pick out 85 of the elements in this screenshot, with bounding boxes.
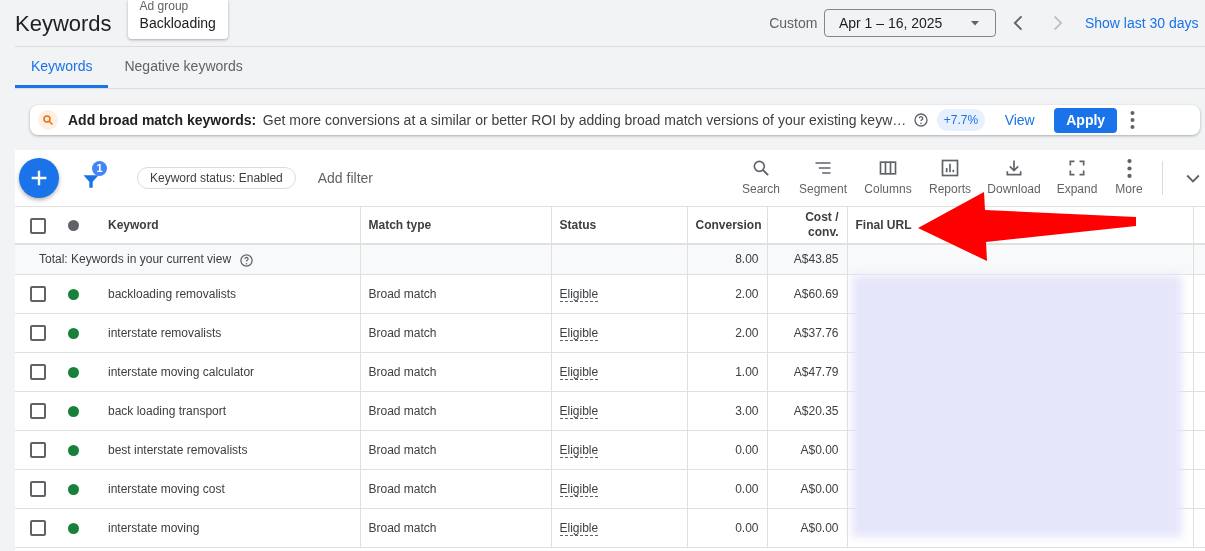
status-text[interactable]: Eligible xyxy=(559,481,599,497)
status-text[interactable]: Eligible xyxy=(559,520,599,536)
table-cell: 8.00 xyxy=(735,252,759,267)
add-button[interactable] xyxy=(19,158,59,198)
search-icon xyxy=(751,158,771,178)
search-icon xyxy=(38,110,58,130)
status-text[interactable]: Eligible xyxy=(559,403,599,419)
row-checkbox[interactable] xyxy=(29,364,46,381)
search-button[interactable]: Search xyxy=(738,158,784,198)
apply-button[interactable]: Apply xyxy=(1054,107,1118,133)
table-cell: A$60.69 xyxy=(793,286,839,301)
keyword-text: interstate moving cost xyxy=(108,481,225,496)
status-text[interactable]: Eligible xyxy=(559,286,599,302)
table-cell: Broad match xyxy=(368,364,437,379)
table-cell: 1.00 xyxy=(735,364,759,379)
date-range-dropdown[interactable]: Apr 1 – 16, 2025 xyxy=(823,9,996,37)
table-cell: Broad match xyxy=(368,481,437,496)
tab[interactable]: Negative keywords xyxy=(108,47,259,88)
table-cell: Broad match xyxy=(368,286,437,301)
table-cell: 0.00 xyxy=(735,442,759,457)
keyword-text: backloading removalists xyxy=(108,286,237,301)
table-cell: A$20.35 xyxy=(793,403,839,418)
keyword-text: interstate moving xyxy=(108,520,200,535)
add-filter-button[interactable]: Add filter xyxy=(311,166,379,190)
more-button[interactable]: More xyxy=(1112,158,1146,198)
table-cell: A$37.76 xyxy=(793,325,839,340)
row-checkbox[interactable] xyxy=(29,403,46,420)
help-icon[interactable] xyxy=(239,252,255,268)
row-checkbox[interactable] xyxy=(29,520,46,537)
segment-button[interactable]: Segment xyxy=(796,158,850,198)
select-all-checkbox[interactable] xyxy=(29,217,46,234)
row-checkbox[interactable] xyxy=(29,481,46,498)
column-header[interactable]: Cost / conv. xyxy=(775,210,839,240)
tab[interactable]: Keywords xyxy=(15,47,109,88)
row-checkbox[interactable] xyxy=(29,325,46,342)
table-cell: 0.00 xyxy=(735,481,759,496)
table-cell: Broad match xyxy=(368,442,437,457)
keyword-text: interstate moving calculator xyxy=(108,364,255,379)
filter-count-badge: 1 xyxy=(92,161,107,176)
table-cell: 2.00 xyxy=(735,286,759,301)
reports-button[interactable]: Reports xyxy=(926,158,974,198)
status-dot xyxy=(68,220,79,232)
status-text[interactable]: Eligible xyxy=(559,442,599,458)
column-header[interactable]: Final URL xyxy=(855,218,912,232)
more-icon xyxy=(1126,158,1132,178)
view-link[interactable]: View xyxy=(1004,109,1035,131)
column-header[interactable]: Match type xyxy=(368,218,432,232)
ad-group-selector[interactable]: Ad group Backloading xyxy=(127,0,228,39)
total-label: Total: Keywords in your current view xyxy=(39,252,232,267)
status-text[interactable]: Eligible xyxy=(559,325,599,341)
uplift-badge: +7.7% xyxy=(936,109,986,131)
help-icon[interactable] xyxy=(912,112,929,128)
table-cell: Broad match xyxy=(368,403,437,418)
show-last-link[interactable]: Show last 30 days xyxy=(1084,12,1199,34)
column-header[interactable]: Conversion xyxy=(695,218,762,232)
expand-button[interactable]: Expand xyxy=(1054,158,1100,198)
more-icon[interactable] xyxy=(1130,111,1136,129)
table-cell: A$0.00 xyxy=(800,520,839,535)
table-cell: A$0.00 xyxy=(800,481,839,496)
column-header[interactable]: Status xyxy=(559,218,597,232)
expand-icon xyxy=(1067,158,1087,178)
page-title: Keywords xyxy=(15,9,112,38)
recommendation-title: Add broad match keywords: xyxy=(68,110,257,130)
table-cell: Broad match xyxy=(368,325,437,340)
table-cell: 3.00 xyxy=(735,403,759,418)
keyword-text: best interstate removalists xyxy=(108,442,248,457)
keyword-text: back loading transport xyxy=(108,403,227,418)
table-cell: A$47.79 xyxy=(793,364,839,379)
table-cell: Broad match xyxy=(368,520,437,535)
columns-icon xyxy=(878,158,898,178)
columns-button[interactable]: Columns xyxy=(862,158,914,198)
table-cell: 2.00 xyxy=(735,325,759,340)
keyword-text: interstate removalists xyxy=(108,325,222,340)
row-checkbox[interactable] xyxy=(29,286,46,303)
table-cell: A$43.85 xyxy=(793,252,839,267)
table-cell: A$0.00 xyxy=(800,442,839,457)
reports-icon xyxy=(940,158,960,178)
status-text[interactable]: Eligible xyxy=(559,364,599,380)
row-checkbox[interactable] xyxy=(29,442,46,459)
recommendation-text: Get more conversions at a similar or better ROI by adding broad match versions of your existing keyw… xyxy=(262,110,907,130)
date-label: Custom xyxy=(769,13,818,33)
table-cell: 0.00 xyxy=(735,520,759,535)
download-button[interactable]: Download xyxy=(986,158,1042,198)
download-icon xyxy=(1004,158,1024,178)
column-header[interactable]: Keyword xyxy=(108,218,159,232)
